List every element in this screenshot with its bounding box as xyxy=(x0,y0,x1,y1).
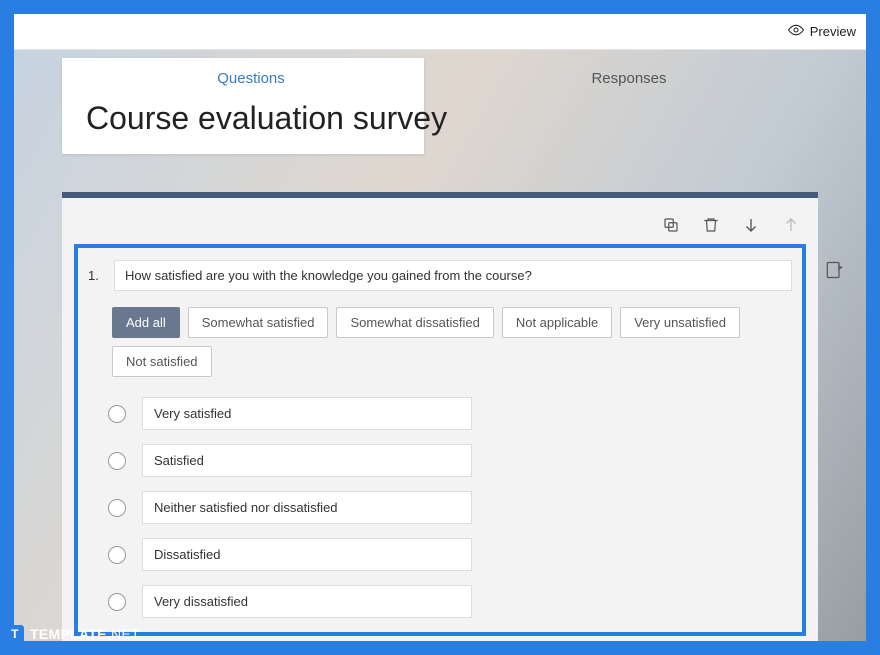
eye-icon xyxy=(788,22,804,41)
option-row xyxy=(108,444,792,477)
option-input[interactable] xyxy=(142,491,472,524)
tab-responses[interactable]: Responses xyxy=(440,58,818,96)
suggestion-icon[interactable] xyxy=(824,260,846,282)
question-highlight: 1. Add all Somewhat satisfied Somewhat d… xyxy=(74,244,806,636)
option-input[interactable] xyxy=(142,444,472,477)
radio-icon[interactable] xyxy=(108,546,126,564)
trash-icon[interactable] xyxy=(702,216,720,234)
preview-label: Preview xyxy=(810,24,856,39)
watermark-suffix: .NET xyxy=(107,626,140,642)
option-row xyxy=(108,397,792,430)
radio-icon[interactable] xyxy=(108,499,126,517)
question-row: 1. xyxy=(88,260,792,291)
question-text-input[interactable] xyxy=(114,260,792,291)
radio-icon[interactable] xyxy=(108,593,126,611)
option-row xyxy=(108,538,792,571)
page-title: Course evaluation survey xyxy=(86,100,447,137)
watermark: T TEMPLATE.NET xyxy=(6,625,140,643)
question-toolbar xyxy=(74,212,806,244)
suggestion-chip[interactable]: Somewhat satisfied xyxy=(188,307,329,338)
options-list xyxy=(108,397,792,618)
arrow-down-icon[interactable] xyxy=(742,216,760,234)
preview-button[interactable]: Preview xyxy=(788,22,856,41)
option-input[interactable] xyxy=(142,585,472,618)
suggestion-chip[interactable]: Somewhat dissatisfied xyxy=(336,307,493,338)
option-input[interactable] xyxy=(142,397,472,430)
watermark-brand: TEMPLATE xyxy=(30,626,107,642)
question-number: 1. xyxy=(88,268,104,283)
arrow-up-icon xyxy=(782,216,800,234)
option-row xyxy=(108,585,792,618)
option-input[interactable] xyxy=(142,538,472,571)
suggestion-chip[interactable]: Not applicable xyxy=(502,307,612,338)
tab-questions[interactable]: Questions xyxy=(62,58,440,96)
suggestion-chip[interactable]: Very unsatisfied xyxy=(620,307,740,338)
radio-icon[interactable] xyxy=(108,452,126,470)
add-all-button[interactable]: Add all xyxy=(112,307,180,338)
suggestion-chip[interactable]: Not satisfied xyxy=(112,346,212,377)
top-bar: Preview xyxy=(14,14,866,50)
question-editor-card: 1. Add all Somewhat satisfied Somewhat d… xyxy=(62,192,818,641)
radio-icon[interactable] xyxy=(108,405,126,423)
option-row xyxy=(108,491,792,524)
tabs-row: Questions Responses xyxy=(62,58,818,96)
suggestion-chips: Add all Somewhat satisfied Somewhat diss… xyxy=(112,307,792,377)
watermark-logo-icon: T xyxy=(6,625,24,643)
copy-icon[interactable] xyxy=(662,216,680,234)
